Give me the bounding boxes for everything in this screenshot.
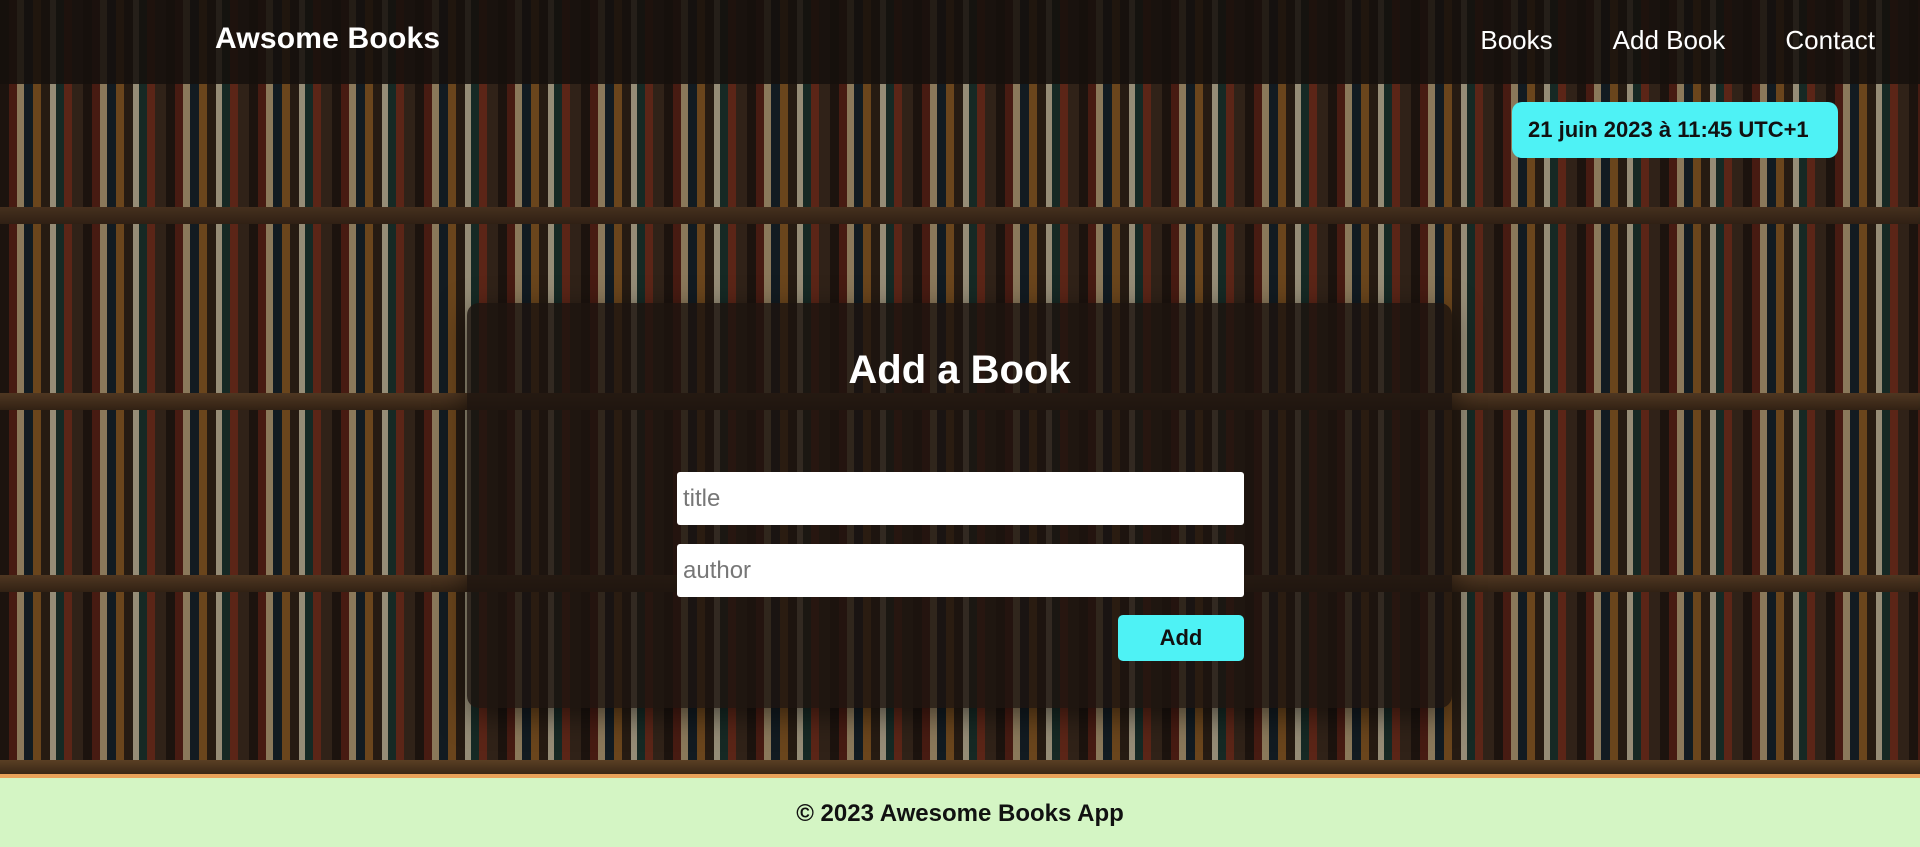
brand-logo-text[interactable]: Awsome Books bbox=[215, 22, 440, 56]
top-navbar: Awsome Books Books Add Book Contact bbox=[0, 0, 1920, 84]
form-title: Add a Book bbox=[848, 348, 1071, 392]
title-input[interactable] bbox=[677, 472, 1244, 525]
page: Awsome Books Books Add Book Contact 21 j… bbox=[0, 0, 1920, 847]
page-footer: © 2023 Awesome Books App bbox=[0, 774, 1920, 847]
add-book-form-panel: Add a Book Add bbox=[467, 303, 1452, 708]
footer-copyright: © 2023 Awesome Books App bbox=[796, 800, 1124, 827]
nav-link-books[interactable]: Books bbox=[1480, 25, 1552, 56]
add-book-button[interactable]: Add bbox=[1118, 615, 1244, 661]
author-input[interactable] bbox=[677, 544, 1244, 597]
nav-link-add-book[interactable]: Add Book bbox=[1613, 25, 1726, 56]
main-nav: Books Add Book Contact bbox=[1480, 25, 1875, 56]
date-time-badge: 21 juin 2023 à 11:45 UTC+1 bbox=[1512, 102, 1838, 158]
nav-link-contact[interactable]: Contact bbox=[1785, 25, 1875, 56]
